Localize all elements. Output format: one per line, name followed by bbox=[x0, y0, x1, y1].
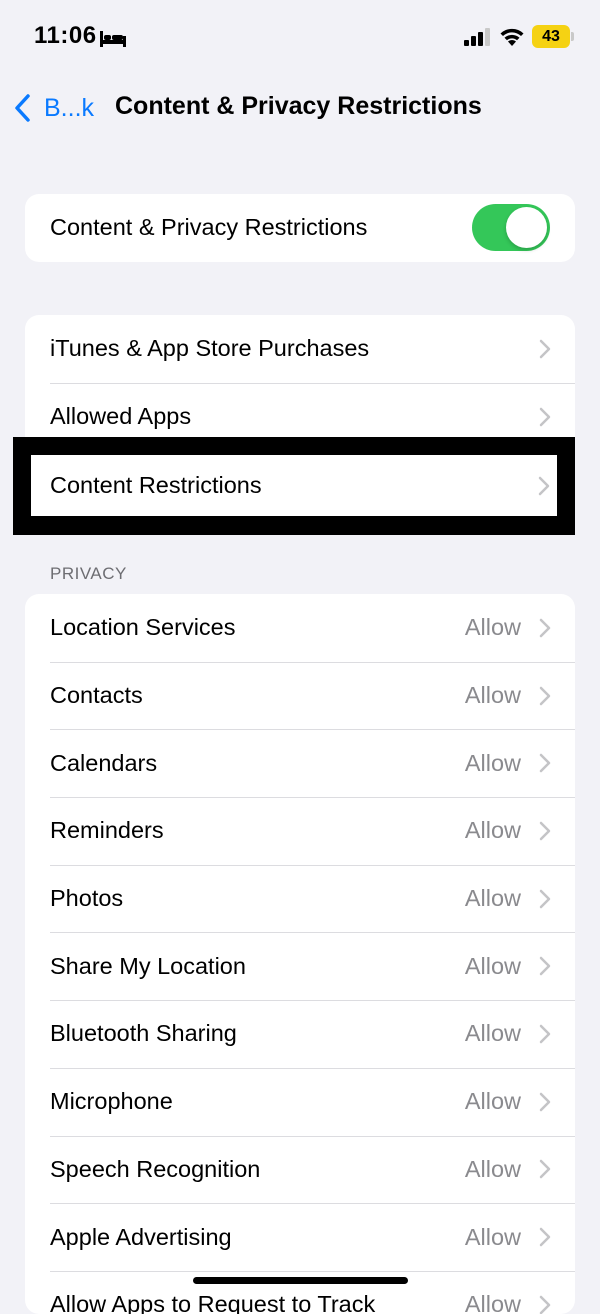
privacy-row-microphone[interactable]: Microphone Allow bbox=[25, 1067, 575, 1136]
chevron-right-icon bbox=[539, 407, 551, 426]
chevron-left-icon bbox=[15, 94, 30, 122]
section-header-privacy: PRIVACY bbox=[50, 564, 127, 583]
chevron-right-icon bbox=[539, 618, 551, 638]
home-indicator[interactable] bbox=[193, 1277, 408, 1284]
chevron-right-icon bbox=[539, 1092, 551, 1111]
content-privacy-toggle[interactable] bbox=[472, 204, 550, 251]
privacy-row-reminders[interactable]: Reminders Allow bbox=[25, 797, 575, 865]
chevron-right-icon bbox=[539, 1227, 551, 1247]
page-title: Content & Privacy Restrictions bbox=[115, 92, 482, 120]
row-label: Calendars bbox=[50, 749, 158, 776]
back-button[interactable]: B...k bbox=[12, 90, 94, 126]
row-value: Allow bbox=[464, 952, 521, 979]
row-label: Location Services bbox=[50, 614, 236, 641]
chevron-right-icon bbox=[539, 753, 551, 773]
row-label: Reminders bbox=[50, 817, 164, 844]
highlight-frame: Content Restrictions bbox=[13, 437, 575, 535]
row-label: Share My Location bbox=[50, 952, 246, 979]
privacy-group: Location Services Allow Contacts Allow C… bbox=[25, 594, 575, 1314]
row-label: Content Restrictions bbox=[50, 472, 262, 498]
row-label: Contacts bbox=[50, 682, 143, 709]
toggle-label: Content & Privacy Restrictions bbox=[50, 214, 368, 241]
privacy-row-share-my-location[interactable]: Share My Location Allow bbox=[25, 932, 575, 1000]
row-label: Microphone bbox=[50, 1088, 173, 1115]
privacy-row-contacts[interactable]: Contacts Allow bbox=[25, 661, 575, 730]
row-value: Allow bbox=[464, 817, 521, 844]
settings-row-content-restrictions[interactable]: Content Restrictions bbox=[31, 455, 557, 516]
chevron-right-icon bbox=[539, 1024, 551, 1044]
row-label: Speech Recognition bbox=[50, 1155, 261, 1182]
chevron-right-icon bbox=[539, 957, 551, 976]
privacy-row-photos[interactable]: Photos Allow bbox=[25, 864, 575, 933]
privacy-row-apple-advertising[interactable]: Apple Advertising Allow bbox=[25, 1203, 575, 1271]
row-label: Photos bbox=[50, 885, 124, 912]
row-value: Allow bbox=[464, 1223, 521, 1250]
back-label: B...k bbox=[44, 93, 95, 122]
chevron-right-icon bbox=[539, 339, 551, 359]
settings-row-itunes-app-store[interactable]: iTunes & App Store Purchases bbox=[25, 315, 575, 383]
row-value: Allow bbox=[464, 1020, 521, 1047]
status-bar: 11:06 43 bbox=[0, 0, 600, 78]
master-toggle-group: Content & Privacy Restrictions bbox=[25, 194, 575, 262]
privacy-row-bluetooth-sharing[interactable]: Bluetooth Sharing Allow bbox=[25, 1000, 575, 1068]
chevron-right-icon bbox=[538, 476, 550, 495]
row-label: iTunes & App Store Purchases bbox=[50, 335, 370, 362]
row-label: Allow Apps to Request to Track bbox=[50, 1291, 376, 1314]
toggle-knob bbox=[506, 207, 547, 248]
chevron-right-icon bbox=[539, 889, 551, 908]
row-label: Allowed Apps bbox=[50, 403, 192, 430]
wifi-icon bbox=[500, 28, 524, 46]
row-value: Allow bbox=[464, 614, 521, 641]
row-label: Apple Advertising bbox=[50, 1223, 232, 1250]
store-settings-group: iTunes & App Store Purchases Allowed App… bbox=[25, 315, 575, 451]
content-privacy-toggle-row: Content & Privacy Restrictions bbox=[25, 194, 575, 262]
privacy-row-calendars[interactable]: Calendars Allow bbox=[25, 729, 575, 797]
row-value: Allow bbox=[464, 682, 521, 709]
cellular-signal-icon bbox=[464, 28, 490, 46]
chevron-right-icon bbox=[539, 821, 551, 841]
bed-icon bbox=[100, 31, 126, 47]
row-value: Allow bbox=[464, 1291, 521, 1314]
chevron-right-icon bbox=[539, 1160, 551, 1179]
row-label: Bluetooth Sharing bbox=[50, 1020, 237, 1047]
battery-cap bbox=[571, 32, 574, 41]
chevron-right-icon bbox=[539, 686, 551, 705]
privacy-row-location-services[interactable]: Location Services Allow bbox=[25, 594, 575, 662]
navigation-bar: B...k Content & Privacy Restrictions bbox=[0, 78, 600, 138]
row-value: Allow bbox=[464, 749, 521, 776]
row-value: Allow bbox=[464, 1088, 521, 1115]
status-time: 11:06 bbox=[34, 22, 97, 49]
row-value: Allow bbox=[464, 1155, 521, 1182]
battery-indicator: 43 bbox=[532, 25, 570, 48]
row-value: Allow bbox=[464, 885, 521, 912]
privacy-row-speech-recognition[interactable]: Speech Recognition Allow bbox=[25, 1135, 575, 1204]
